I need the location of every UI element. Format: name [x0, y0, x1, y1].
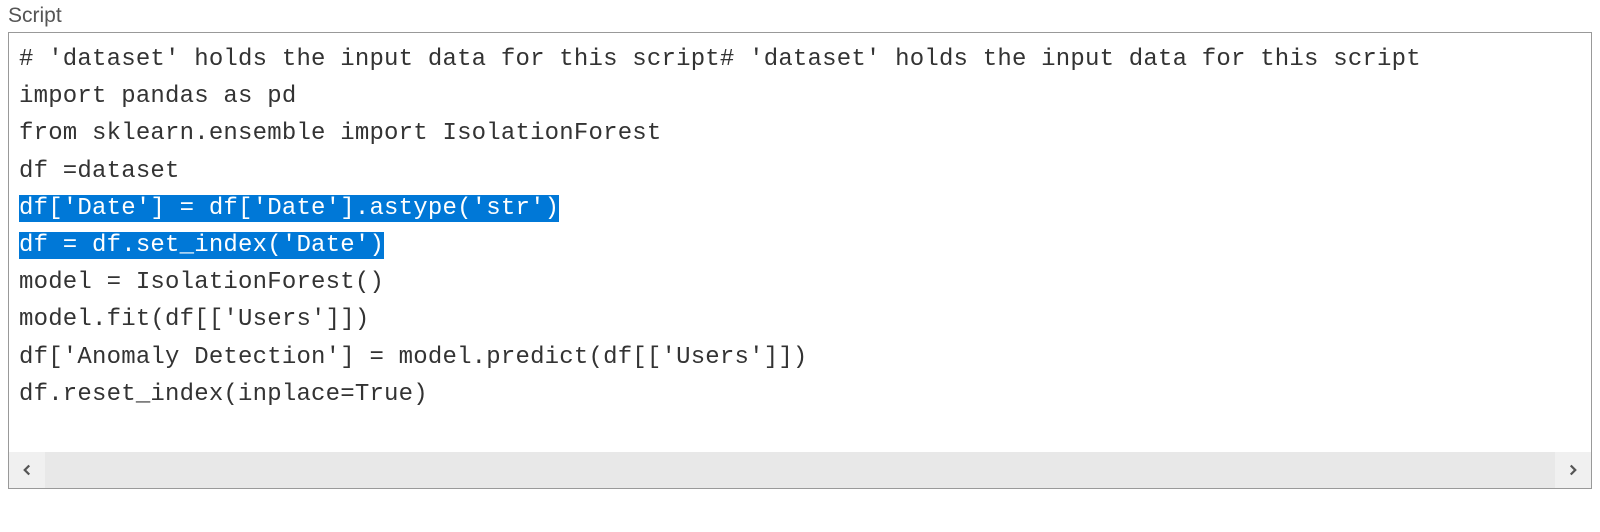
scroll-left-arrow-icon[interactable]: [9, 452, 45, 488]
code-line: df['Date'] = df['Date'].astype('str'): [19, 190, 1581, 227]
scroll-right-arrow-icon[interactable]: [1555, 452, 1591, 488]
code-line: from sklearn.ensemble import IsolationFo…: [19, 115, 1581, 152]
code-line: model.fit(df[['Users']]): [19, 301, 1581, 338]
code-line: df['Anomaly Detection'] = model.predict(…: [19, 339, 1581, 376]
code-line: df.reset_index(inplace=True): [19, 376, 1581, 413]
code-line: import pandas as pd: [19, 78, 1581, 115]
script-editor-container: # 'dataset' holds the input data for thi…: [8, 32, 1592, 489]
script-code-area[interactable]: # 'dataset' holds the input data for thi…: [9, 33, 1591, 452]
code-line: # 'dataset' holds the input data for thi…: [19, 41, 1581, 78]
horizontal-scrollbar[interactable]: [9, 452, 1591, 488]
script-label: Script: [8, 4, 1592, 28]
scroll-track[interactable]: [45, 452, 1555, 488]
code-line: model = IsolationForest(): [19, 264, 1581, 301]
code-line: df = df.set_index('Date'): [19, 227, 1581, 264]
selected-text: df['Date'] = df['Date'].astype('str'): [19, 195, 559, 222]
selected-text: df = df.set_index('Date'): [19, 232, 384, 259]
code-line: [19, 413, 1581, 450]
code-line: df =dataset: [19, 153, 1581, 190]
